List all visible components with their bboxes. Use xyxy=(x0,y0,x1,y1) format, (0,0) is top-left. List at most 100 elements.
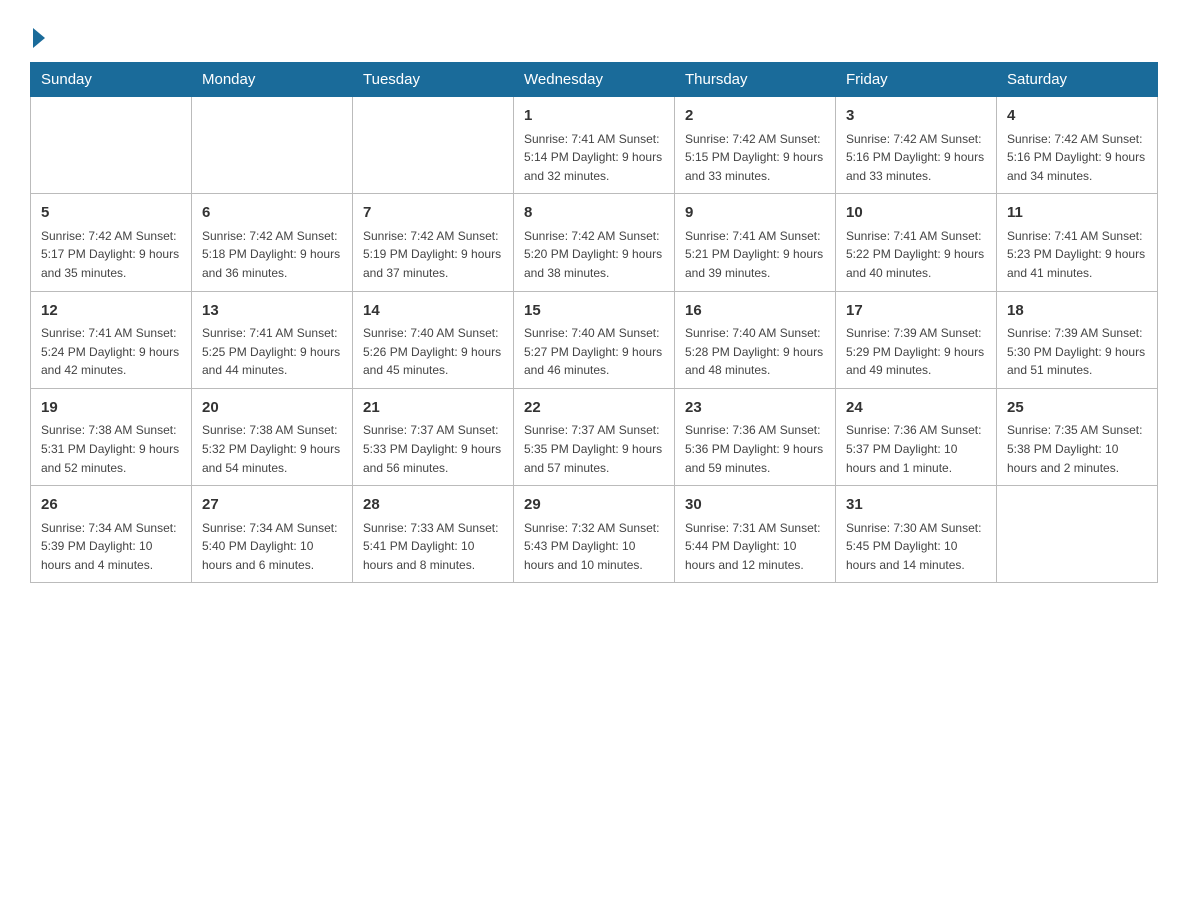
day-number: 2 xyxy=(685,105,825,128)
calendar-cell: 30Sunrise: 7:31 AM Sunset: 5:44 PM Dayli… xyxy=(675,486,836,583)
day-number: 10 xyxy=(846,202,986,225)
day-number: 22 xyxy=(524,397,664,420)
day-number: 25 xyxy=(1007,397,1147,420)
calendar-cell: 2Sunrise: 7:42 AM Sunset: 5:15 PM Daylig… xyxy=(675,97,836,194)
calendar-cell: 25Sunrise: 7:35 AM Sunset: 5:38 PM Dayli… xyxy=(997,388,1158,485)
calendar-cell: 13Sunrise: 7:41 AM Sunset: 5:25 PM Dayli… xyxy=(192,291,353,388)
calendar-cell: 16Sunrise: 7:40 AM Sunset: 5:28 PM Dayli… xyxy=(675,291,836,388)
day-info: Sunrise: 7:41 AM Sunset: 5:21 PM Dayligh… xyxy=(685,227,825,283)
day-info: Sunrise: 7:37 AM Sunset: 5:33 PM Dayligh… xyxy=(363,421,503,477)
day-number: 29 xyxy=(524,494,664,517)
day-number: 27 xyxy=(202,494,342,517)
day-number: 20 xyxy=(202,397,342,420)
calendar-cell: 31Sunrise: 7:30 AM Sunset: 5:45 PM Dayli… xyxy=(836,486,997,583)
calendar-cell: 4Sunrise: 7:42 AM Sunset: 5:16 PM Daylig… xyxy=(997,97,1158,194)
calendar-cell: 1Sunrise: 7:41 AM Sunset: 5:14 PM Daylig… xyxy=(514,97,675,194)
calendar-cell: 7Sunrise: 7:42 AM Sunset: 5:19 PM Daylig… xyxy=(353,194,514,291)
calendar-cell: 15Sunrise: 7:40 AM Sunset: 5:27 PM Dayli… xyxy=(514,291,675,388)
calendar-cell: 12Sunrise: 7:41 AM Sunset: 5:24 PM Dayli… xyxy=(31,291,192,388)
column-header-thursday: Thursday xyxy=(675,63,836,97)
calendar-cell: 14Sunrise: 7:40 AM Sunset: 5:26 PM Dayli… xyxy=(353,291,514,388)
day-info: Sunrise: 7:36 AM Sunset: 5:37 PM Dayligh… xyxy=(846,421,986,477)
day-number: 1 xyxy=(524,105,664,128)
calendar-cell xyxy=(353,97,514,194)
calendar-cell xyxy=(31,97,192,194)
calendar-cell: 20Sunrise: 7:38 AM Sunset: 5:32 PM Dayli… xyxy=(192,388,353,485)
day-number: 18 xyxy=(1007,300,1147,323)
day-info: Sunrise: 7:41 AM Sunset: 5:24 PM Dayligh… xyxy=(41,324,181,380)
day-info: Sunrise: 7:41 AM Sunset: 5:22 PM Dayligh… xyxy=(846,227,986,283)
day-info: Sunrise: 7:30 AM Sunset: 5:45 PM Dayligh… xyxy=(846,519,986,575)
day-number: 9 xyxy=(685,202,825,225)
day-number: 7 xyxy=(363,202,503,225)
day-number: 31 xyxy=(846,494,986,517)
day-info: Sunrise: 7:42 AM Sunset: 5:17 PM Dayligh… xyxy=(41,227,181,283)
calendar-cell: 19Sunrise: 7:38 AM Sunset: 5:31 PM Dayli… xyxy=(31,388,192,485)
day-info: Sunrise: 7:42 AM Sunset: 5:20 PM Dayligh… xyxy=(524,227,664,283)
calendar-cell: 27Sunrise: 7:34 AM Sunset: 5:40 PM Dayli… xyxy=(192,486,353,583)
calendar-cell xyxy=(997,486,1158,583)
day-info: Sunrise: 7:34 AM Sunset: 5:39 PM Dayligh… xyxy=(41,519,181,575)
calendar-cell: 26Sunrise: 7:34 AM Sunset: 5:39 PM Dayli… xyxy=(31,486,192,583)
day-info: Sunrise: 7:32 AM Sunset: 5:43 PM Dayligh… xyxy=(524,519,664,575)
day-info: Sunrise: 7:38 AM Sunset: 5:32 PM Dayligh… xyxy=(202,421,342,477)
page-header xyxy=(30,20,1158,44)
column-header-wednesday: Wednesday xyxy=(514,63,675,97)
day-info: Sunrise: 7:42 AM Sunset: 5:18 PM Dayligh… xyxy=(202,227,342,283)
calendar-cell: 23Sunrise: 7:36 AM Sunset: 5:36 PM Dayli… xyxy=(675,388,836,485)
calendar-week-row: 5Sunrise: 7:42 AM Sunset: 5:17 PM Daylig… xyxy=(31,194,1158,291)
day-info: Sunrise: 7:38 AM Sunset: 5:31 PM Dayligh… xyxy=(41,421,181,477)
calendar-cell xyxy=(192,97,353,194)
calendar-cell: 24Sunrise: 7:36 AM Sunset: 5:37 PM Dayli… xyxy=(836,388,997,485)
day-number: 21 xyxy=(363,397,503,420)
calendar-cell: 22Sunrise: 7:37 AM Sunset: 5:35 PM Dayli… xyxy=(514,388,675,485)
day-info: Sunrise: 7:40 AM Sunset: 5:28 PM Dayligh… xyxy=(685,324,825,380)
day-info: Sunrise: 7:37 AM Sunset: 5:35 PM Dayligh… xyxy=(524,421,664,477)
calendar-week-row: 19Sunrise: 7:38 AM Sunset: 5:31 PM Dayli… xyxy=(31,388,1158,485)
calendar-cell: 5Sunrise: 7:42 AM Sunset: 5:17 PM Daylig… xyxy=(31,194,192,291)
day-number: 11 xyxy=(1007,202,1147,225)
calendar-cell: 18Sunrise: 7:39 AM Sunset: 5:30 PM Dayli… xyxy=(997,291,1158,388)
logo-arrow-icon xyxy=(33,28,45,48)
day-info: Sunrise: 7:40 AM Sunset: 5:26 PM Dayligh… xyxy=(363,324,503,380)
calendar-cell: 10Sunrise: 7:41 AM Sunset: 5:22 PM Dayli… xyxy=(836,194,997,291)
column-header-monday: Monday xyxy=(192,63,353,97)
calendar-cell: 11Sunrise: 7:41 AM Sunset: 5:23 PM Dayli… xyxy=(997,194,1158,291)
day-info: Sunrise: 7:42 AM Sunset: 5:19 PM Dayligh… xyxy=(363,227,503,283)
day-info: Sunrise: 7:33 AM Sunset: 5:41 PM Dayligh… xyxy=(363,519,503,575)
day-number: 13 xyxy=(202,300,342,323)
calendar-cell: 29Sunrise: 7:32 AM Sunset: 5:43 PM Dayli… xyxy=(514,486,675,583)
day-number: 3 xyxy=(846,105,986,128)
day-info: Sunrise: 7:31 AM Sunset: 5:44 PM Dayligh… xyxy=(685,519,825,575)
day-number: 5 xyxy=(41,202,181,225)
day-info: Sunrise: 7:39 AM Sunset: 5:30 PM Dayligh… xyxy=(1007,324,1147,380)
day-number: 30 xyxy=(685,494,825,517)
column-header-tuesday: Tuesday xyxy=(353,63,514,97)
day-info: Sunrise: 7:35 AM Sunset: 5:38 PM Dayligh… xyxy=(1007,421,1147,477)
day-number: 4 xyxy=(1007,105,1147,128)
day-info: Sunrise: 7:41 AM Sunset: 5:14 PM Dayligh… xyxy=(524,130,664,186)
day-info: Sunrise: 7:40 AM Sunset: 5:27 PM Dayligh… xyxy=(524,324,664,380)
day-number: 19 xyxy=(41,397,181,420)
day-number: 24 xyxy=(846,397,986,420)
day-info: Sunrise: 7:36 AM Sunset: 5:36 PM Dayligh… xyxy=(685,421,825,477)
calendar-cell: 9Sunrise: 7:41 AM Sunset: 5:21 PM Daylig… xyxy=(675,194,836,291)
calendar-header-row: SundayMondayTuesdayWednesdayThursdayFrid… xyxy=(31,63,1158,97)
day-info: Sunrise: 7:42 AM Sunset: 5:16 PM Dayligh… xyxy=(846,130,986,186)
day-number: 26 xyxy=(41,494,181,517)
day-number: 23 xyxy=(685,397,825,420)
calendar-week-row: 1Sunrise: 7:41 AM Sunset: 5:14 PM Daylig… xyxy=(31,97,1158,194)
calendar-week-row: 26Sunrise: 7:34 AM Sunset: 5:39 PM Dayli… xyxy=(31,486,1158,583)
day-number: 17 xyxy=(846,300,986,323)
day-info: Sunrise: 7:42 AM Sunset: 5:15 PM Dayligh… xyxy=(685,130,825,186)
calendar-week-row: 12Sunrise: 7:41 AM Sunset: 5:24 PM Dayli… xyxy=(31,291,1158,388)
column-header-saturday: Saturday xyxy=(997,63,1158,97)
day-info: Sunrise: 7:42 AM Sunset: 5:16 PM Dayligh… xyxy=(1007,130,1147,186)
calendar-cell: 28Sunrise: 7:33 AM Sunset: 5:41 PM Dayli… xyxy=(353,486,514,583)
calendar-cell: 21Sunrise: 7:37 AM Sunset: 5:33 PM Dayli… xyxy=(353,388,514,485)
day-number: 16 xyxy=(685,300,825,323)
calendar-cell: 8Sunrise: 7:42 AM Sunset: 5:20 PM Daylig… xyxy=(514,194,675,291)
calendar-cell: 6Sunrise: 7:42 AM Sunset: 5:18 PM Daylig… xyxy=(192,194,353,291)
day-number: 12 xyxy=(41,300,181,323)
calendar-table: SundayMondayTuesdayWednesdayThursdayFrid… xyxy=(30,62,1158,583)
